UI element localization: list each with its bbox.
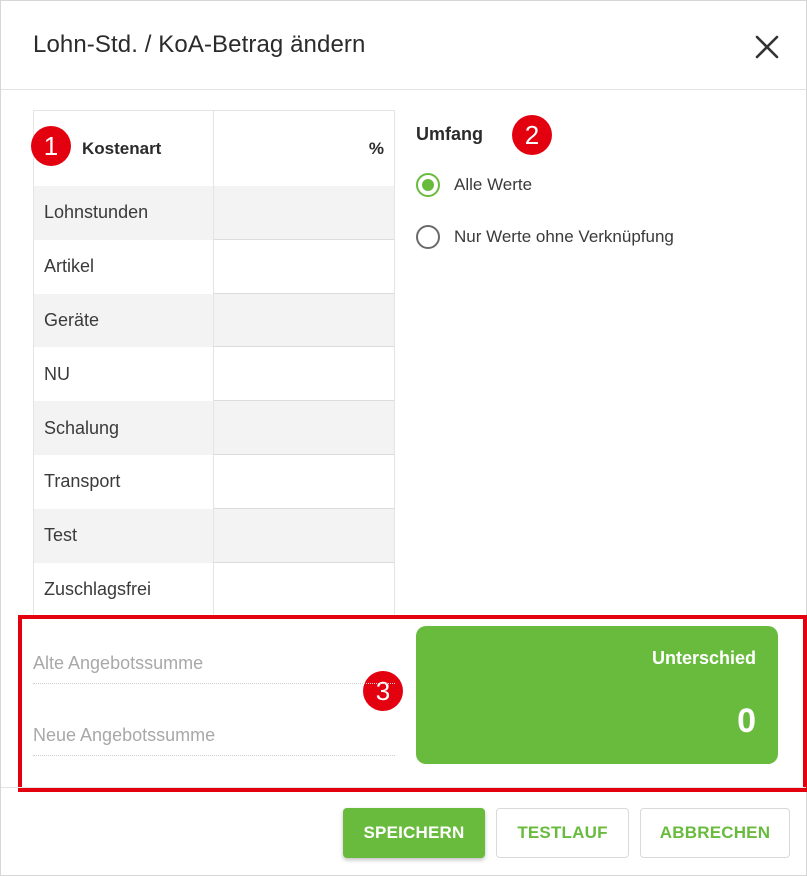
row-label: Transport xyxy=(34,454,214,509)
percent-input[interactable] xyxy=(214,401,384,454)
highlight-frame xyxy=(18,615,807,792)
table-row: NU xyxy=(34,347,394,402)
radio-unchecked-icon[interactable] xyxy=(416,225,440,249)
row-label: NU xyxy=(34,347,214,402)
dialog-title: Lohn-Std. / KoA-Betrag ändern xyxy=(33,31,366,58)
row-label: Geräte xyxy=(34,293,214,348)
percent-cell[interactable] xyxy=(214,239,394,294)
row-label: Zuschlagsfrei xyxy=(34,562,214,617)
row-label: Test xyxy=(34,508,214,563)
kostenart-table: Kostenart % Lohnstunden Artikel Geräte N… xyxy=(33,110,395,617)
row-label: Lohnstunden xyxy=(34,186,214,240)
table-row: Geräte xyxy=(34,293,394,348)
annotation-badge-2: 2 xyxy=(512,115,552,155)
table-row: Schalung xyxy=(34,401,394,455)
percent-cell[interactable] xyxy=(214,293,394,348)
radio-nur-werte-ohne-verknuepfung[interactable]: Nur Werte ohne Verknüpfung xyxy=(416,225,674,249)
percent-input[interactable] xyxy=(214,347,384,401)
percent-input[interactable] xyxy=(214,454,384,508)
percent-cell[interactable] xyxy=(214,401,394,455)
percent-input[interactable] xyxy=(214,508,384,562)
row-label: Artikel xyxy=(34,239,214,294)
percent-input[interactable] xyxy=(214,186,384,239)
table-row: Zuschlagsfrei xyxy=(34,562,394,617)
radio-alle-werte[interactable]: Alle Werte xyxy=(416,173,532,197)
radio-label: Alle Werte xyxy=(454,175,533,194)
percent-cell[interactable] xyxy=(214,508,394,563)
umfang-label: Umfang xyxy=(416,124,483,144)
percent-cell[interactable] xyxy=(214,347,394,402)
dialog-header: Lohn-Std. / KoA-Betrag ändern xyxy=(1,1,806,90)
percent-input[interactable] xyxy=(214,239,384,293)
radio-label: Nur Werte ohne Verknüpfung xyxy=(454,227,674,246)
table-row: Lohnstunden xyxy=(34,186,394,240)
annotation-badge-1: 1 xyxy=(31,126,71,166)
row-label: Schalung xyxy=(34,401,214,455)
percent-cell[interactable] xyxy=(214,186,394,240)
testlauf-button[interactable]: TESTLAUF xyxy=(496,808,629,858)
close-icon xyxy=(755,35,779,59)
column-header-percent: % xyxy=(368,138,384,158)
save-button[interactable]: SPEICHERN xyxy=(343,808,485,858)
table-row: Artikel xyxy=(34,239,394,294)
close-button[interactable] xyxy=(753,33,781,61)
table-row: Test xyxy=(34,508,394,563)
radio-checked-icon[interactable] xyxy=(416,173,440,197)
percent-cell[interactable] xyxy=(214,454,394,509)
cancel-button[interactable]: ABBRECHEN xyxy=(640,808,790,858)
percent-input[interactable] xyxy=(214,293,384,347)
table-header-row: Kostenart % xyxy=(34,111,394,186)
dialog: Lohn-Std. / KoA-Betrag ändern Kostenart … xyxy=(0,0,807,876)
percent-input[interactable] xyxy=(214,562,384,617)
footer-divider xyxy=(1,787,806,788)
percent-cell[interactable] xyxy=(214,562,394,617)
table-row: Transport xyxy=(34,454,394,509)
